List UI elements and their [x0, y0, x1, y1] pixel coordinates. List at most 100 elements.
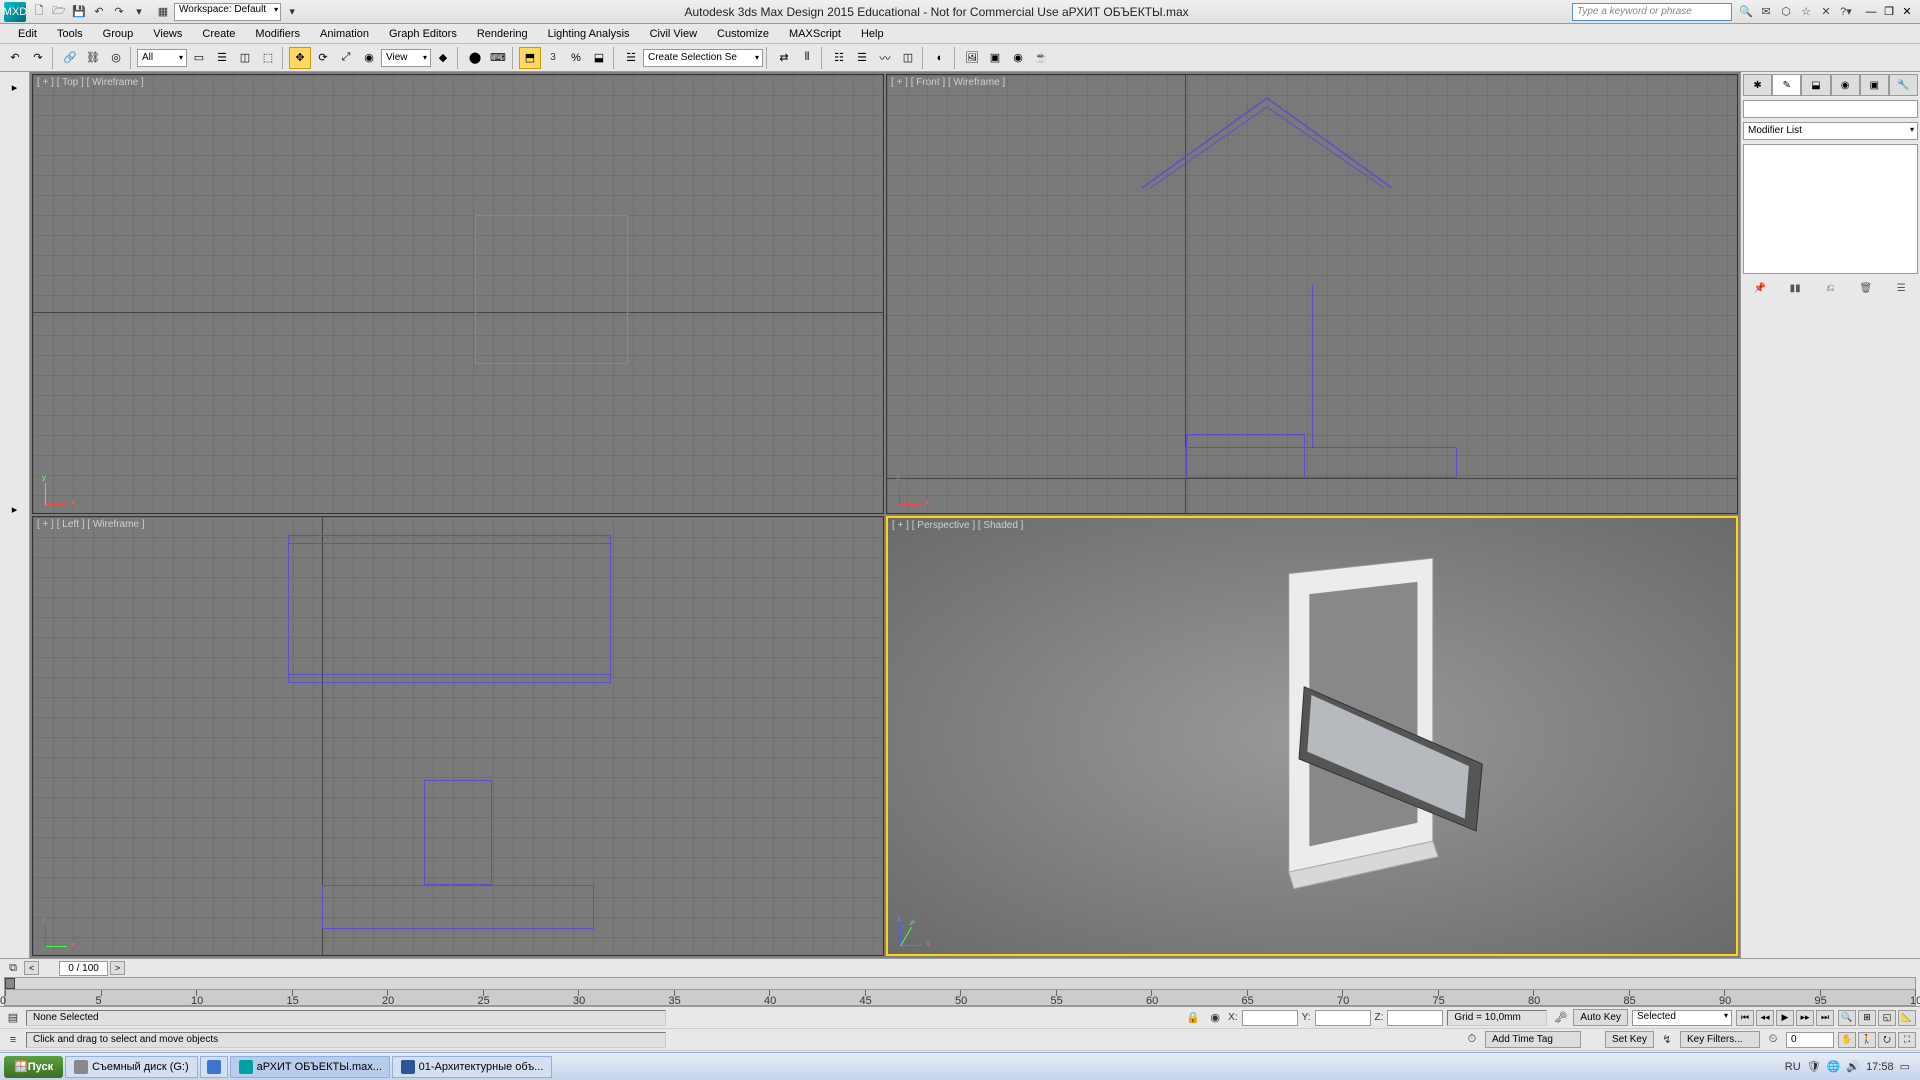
- object-name-input[interactable]: [1743, 100, 1918, 118]
- viewport-label[interactable]: [ + ] [ Top ] [ Wireframe ]: [37, 77, 144, 88]
- favorites-icon[interactable]: ☆: [1798, 4, 1814, 20]
- time-slider-track[interactable]: [5, 978, 1915, 990]
- menu-graph-editors[interactable]: Graph Editors: [379, 26, 467, 42]
- remove-modifier-icon[interactable]: 🗑: [1857, 280, 1875, 296]
- spinner-snap-button[interactable]: ⬓: [588, 47, 610, 69]
- menu-customize[interactable]: Customize: [707, 26, 779, 42]
- set-key-button[interactable]: Set Key: [1605, 1031, 1654, 1048]
- save-icon[interactable]: 💾: [70, 3, 88, 21]
- key-icon[interactable]: 🗝: [1551, 1009, 1569, 1027]
- menu-help[interactable]: Help: [851, 26, 894, 42]
- time-slider-handle[interactable]: [5, 978, 15, 989]
- task-word[interactable]: 01-Архитектурные объ...: [392, 1056, 552, 1078]
- goto-start-icon[interactable]: ⏮: [1736, 1010, 1754, 1026]
- task-removable-disk[interactable]: Съемный диск (G:): [65, 1056, 198, 1078]
- maximize-viewport-icon[interactable]: ▸: [4, 76, 26, 98]
- zoom-all-icon[interactable]: ⊞: [1858, 1010, 1876, 1026]
- prev-frame-button[interactable]: <: [24, 961, 39, 975]
- named-selection-dropdown[interactable]: Create Selection Se: [643, 49, 763, 67]
- maximize-button[interactable]: ❐: [1880, 4, 1898, 20]
- select-scale-button[interactable]: ⤢: [335, 47, 357, 69]
- time-ruler[interactable]: 0510152025303540455055606570758085909510…: [4, 977, 1916, 1006]
- viewport-top[interactable]: [ + ] [ Top ] [ Wireframe ]: [32, 74, 884, 514]
- open-icon[interactable]: 🗁: [50, 3, 68, 21]
- time-config-icon[interactable]: ⧉: [4, 959, 22, 977]
- menu-animation[interactable]: Animation: [310, 26, 379, 42]
- current-frame-input[interactable]: [1786, 1032, 1834, 1048]
- tray-network-icon[interactable]: 🌐: [1827, 1060, 1841, 1073]
- mirror-button[interactable]: ⇄: [773, 47, 795, 69]
- pin-stack-icon[interactable]: 📌: [1751, 280, 1769, 296]
- viewport-label[interactable]: [ + ] [ Perspective ] [ Shaded ]: [892, 520, 1023, 531]
- coord-x-input[interactable]: [1242, 1010, 1298, 1026]
- tab-hierarchy[interactable]: ⬓: [1801, 74, 1830, 96]
- tab-create[interactable]: ✱: [1743, 74, 1772, 96]
- snap-toggle-button[interactable]: ⬒: [519, 47, 541, 69]
- undo-button[interactable]: ↶: [4, 47, 26, 69]
- percent-snap-button[interactable]: %: [565, 47, 587, 69]
- viewport-label[interactable]: [ + ] [ Left ] [ Wireframe ]: [37, 519, 145, 530]
- tray-desktop-icon[interactable]: ▭: [1900, 1060, 1910, 1073]
- walk-icon[interactable]: 🚶: [1858, 1032, 1876, 1048]
- tab-modify[interactable]: ✎: [1772, 74, 1801, 96]
- show-end-result-icon[interactable]: ▮▮: [1786, 280, 1804, 296]
- coord-y-input[interactable]: [1315, 1010, 1371, 1026]
- viewport-perspective[interactable]: [ + ] [ Perspective ] [ Shaded ]: [886, 516, 1738, 956]
- link-button[interactable]: 🔗: [59, 47, 81, 69]
- auto-key-button[interactable]: Auto Key: [1573, 1009, 1628, 1026]
- select-name-button[interactable]: ☰: [211, 47, 233, 69]
- render-setup-button[interactable]: 🖼: [961, 47, 983, 69]
- edit-selection-button[interactable]: ☱: [620, 47, 642, 69]
- menu-views[interactable]: Views: [143, 26, 192, 42]
- fov-icon[interactable]: 📐: [1898, 1010, 1916, 1026]
- next-frame-button[interactable]: >: [110, 961, 125, 975]
- tab-motion[interactable]: ◉: [1831, 74, 1860, 96]
- workspace-dropdown[interactable]: Workspace: Default: [174, 3, 281, 21]
- next-frame-icon[interactable]: ▸▸: [1796, 1010, 1814, 1026]
- key-mode-dropdown[interactable]: Selected: [1632, 1010, 1732, 1026]
- time-config-icon[interactable]: ⏲: [1764, 1031, 1782, 1049]
- render-iterative-button[interactable]: ☕: [1030, 47, 1052, 69]
- modifier-list-dropdown[interactable]: Modifier List: [1743, 122, 1918, 140]
- rendered-frame-button[interactable]: ▣: [984, 47, 1006, 69]
- search-input[interactable]: Type a keyword or phrase: [1572, 3, 1732, 21]
- angle-snap-button[interactable]: 3: [542, 47, 564, 69]
- select-rotate-button[interactable]: ⟳: [312, 47, 334, 69]
- task-3dsmax[interactable]: аРХИТ ОБЪЕКТЫ.max...: [230, 1056, 390, 1078]
- tab-utilities[interactable]: 🔧: [1889, 74, 1918, 96]
- goto-end-icon[interactable]: ⏭: [1816, 1010, 1834, 1026]
- toggle-ribbon-button[interactable]: ☰: [851, 47, 873, 69]
- tray-volume-icon[interactable]: 🔊: [1846, 1060, 1860, 1073]
- script-listener-icon[interactable]: ▤: [4, 1009, 22, 1027]
- viewport-label[interactable]: [ + ] [ Front ] [ Wireframe ]: [891, 77, 1005, 88]
- make-unique-icon[interactable]: ⎌: [1821, 280, 1839, 296]
- bind-button[interactable]: ◎: [105, 47, 127, 69]
- max-toggle-icon[interactable]: ⛶: [1898, 1032, 1916, 1048]
- exchange-icon[interactable]: ✕: [1818, 4, 1834, 20]
- comm-center-icon[interactable]: ✉: [1758, 4, 1774, 20]
- tray-shield-icon[interactable]: 🛡: [1807, 1060, 1821, 1073]
- redo-icon[interactable]: ↷: [110, 3, 128, 21]
- ref-coord-dropdown[interactable]: View: [381, 49, 431, 67]
- minimize-button[interactable]: ―: [1862, 4, 1880, 20]
- expand-icon[interactable]: ▸: [4, 498, 26, 520]
- menu-civil-view[interactable]: Civil View: [640, 26, 707, 42]
- menu-group[interactable]: Group: [93, 26, 144, 42]
- menu-rendering[interactable]: Rendering: [467, 26, 538, 42]
- curve-editor-button[interactable]: 〰: [874, 47, 896, 69]
- redo-button[interactable]: ↷: [27, 47, 49, 69]
- align-button[interactable]: ⫴: [796, 47, 818, 69]
- tab-display[interactable]: ▣: [1860, 74, 1889, 96]
- select-object-button[interactable]: ▭: [188, 47, 210, 69]
- menu-create[interactable]: Create: [192, 26, 245, 42]
- workspace-grid-icon[interactable]: ▦: [154, 3, 172, 21]
- menu-maxscript[interactable]: MAXScript: [779, 26, 851, 42]
- start-button[interactable]: 🪟 Пуск: [4, 1056, 63, 1078]
- orbit-icon[interactable]: ⭮: [1878, 1032, 1896, 1048]
- zoom-icon[interactable]: 🔍: [1838, 1010, 1856, 1026]
- app-logo[interactable]: MXD: [4, 2, 26, 22]
- maxscript-icon[interactable]: ≡: [4, 1031, 22, 1049]
- manipulate-button[interactable]: ⬤: [464, 47, 486, 69]
- menu-lighting-analysis[interactable]: Lighting Analysis: [538, 26, 640, 42]
- viewport-left[interactable]: [ + ] [ Left ] [ Wireframe ]: [32, 516, 884, 956]
